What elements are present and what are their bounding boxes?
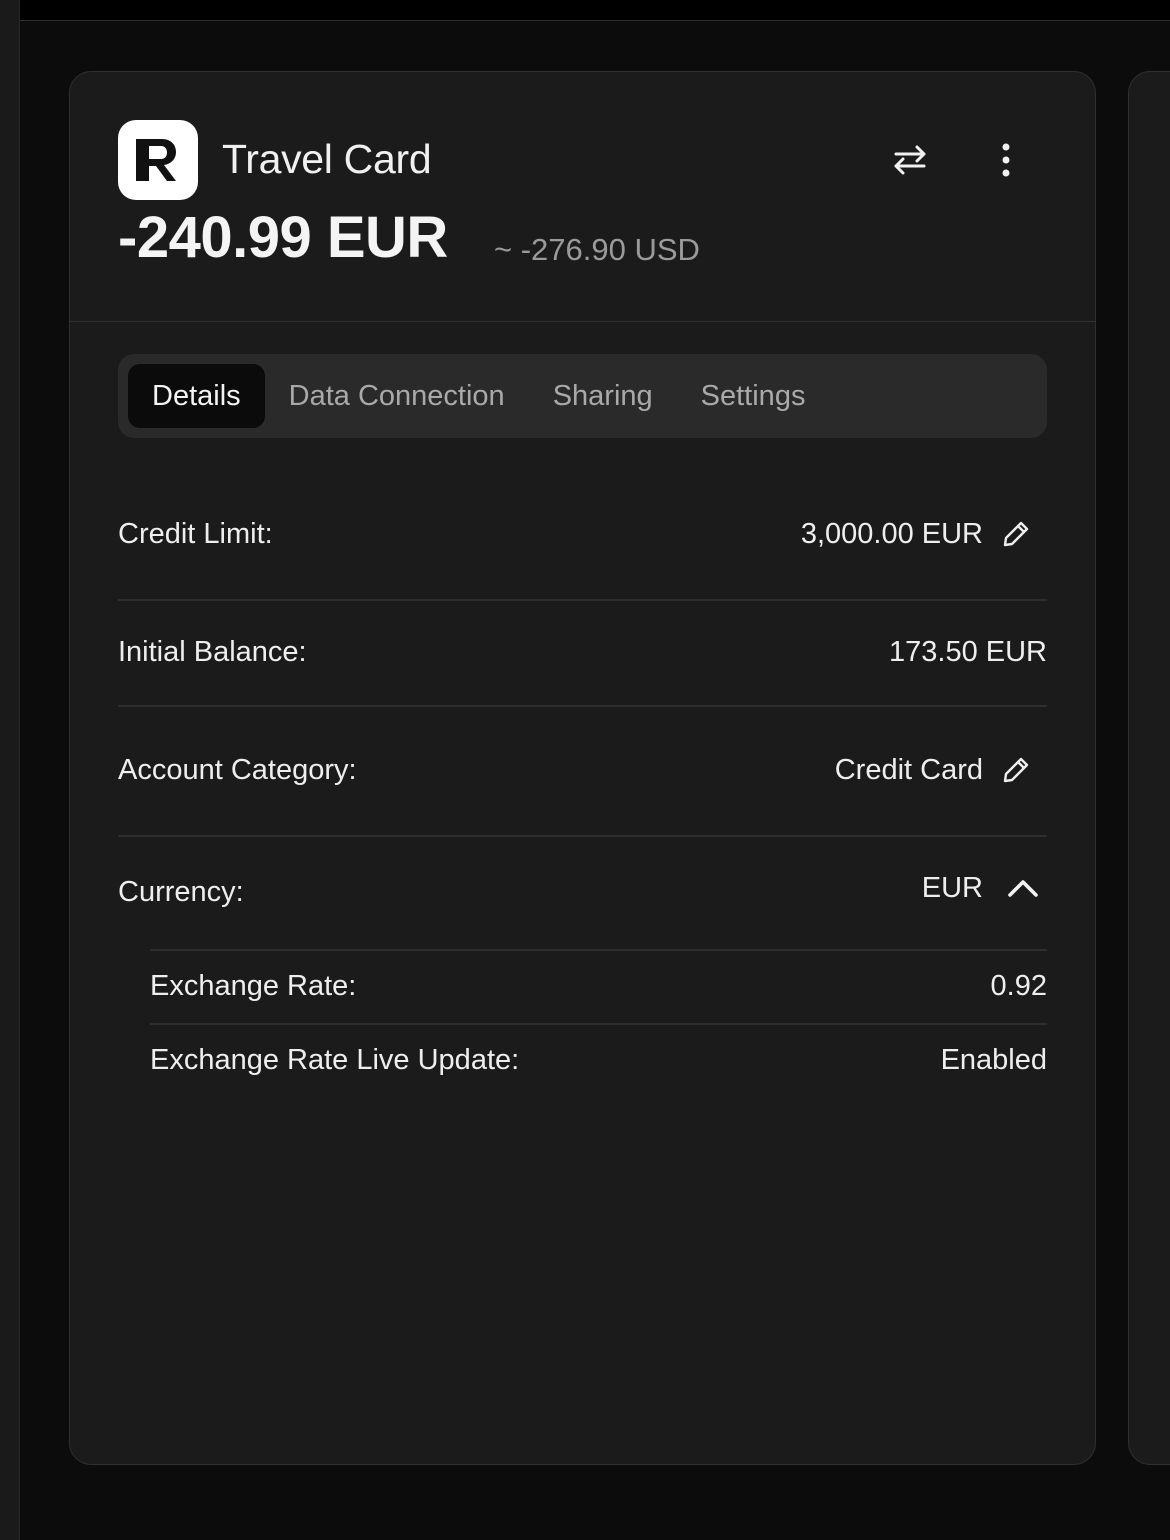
edit-credit-limit-button[interactable] [983, 510, 1047, 558]
pencil-icon [1003, 521, 1029, 547]
initial-balance-row: Initial Balance: 173.50 EUR [118, 628, 1047, 676]
divider [118, 705, 1047, 707]
account-header: Travel Card -240.99 EUR ~ -276.90 USD [70, 72, 1095, 322]
chevron-up-icon [1008, 880, 1038, 897]
currency-row[interactable]: Currency: EUR [118, 868, 1047, 916]
account-name: Travel Card [222, 136, 432, 182]
exchange-rate-row: Exchange Rate: 0.92 [150, 962, 1047, 1010]
pencil-icon [1003, 757, 1029, 783]
exchange-rate-live-update-label: Exchange Rate Live Update: [150, 1043, 520, 1076]
account-category-value-group: Credit Card [835, 746, 1047, 794]
tab-bar: Details Data Connection Sharing Settings [118, 354, 1047, 438]
initial-balance-label: Initial Balance: [118, 635, 307, 668]
tab-details[interactable]: Details [128, 364, 265, 428]
divider [118, 599, 1047, 601]
edit-account-category-button[interactable] [983, 746, 1047, 794]
left-rail [0, 0, 20, 1540]
transfer-button[interactable] [882, 132, 938, 188]
divider [150, 1023, 1047, 1025]
converted-balance: ~ -276.90 USD [494, 232, 700, 267]
currency-value-group: EUR [922, 864, 1047, 912]
currency-label: Currency: [118, 875, 244, 908]
arrows-swap-icon [894, 145, 926, 175]
tab-settings[interactable]: Settings [677, 364, 830, 428]
top-bar [20, 0, 1170, 21]
account-balance: -240.99 EUR [118, 205, 448, 270]
next-account-card[interactable] [1128, 71, 1170, 1465]
tab-sharing[interactable]: Sharing [529, 364, 677, 428]
currency-value: EUR [921, 871, 983, 904]
account-category-row: Account Category: Credit Card [118, 746, 1047, 794]
divider [118, 835, 1047, 837]
exchange-rate-live-update-row: Exchange Rate Live Update: Enabled [150, 1036, 1047, 1084]
tab-data-connection[interactable]: Data Connection [265, 364, 529, 428]
exchange-rate-label: Exchange Rate: [150, 969, 357, 1002]
credit-limit-value-group: 3,000.00 EUR [801, 510, 1047, 558]
more-options-button[interactable] [978, 132, 1034, 188]
initial-balance-value: 173.50 EUR [889, 635, 1047, 668]
credit-limit-label: Credit Limit: [118, 517, 273, 550]
collapse-currency-button[interactable] [983, 864, 1047, 912]
exchange-rate-value: 0.92 [990, 969, 1047, 1002]
exchange-rate-live-update-value: Enabled [940, 1043, 1047, 1076]
account-category-label: Account Category: [118, 753, 357, 786]
credit-limit-row: Credit Limit: 3,000.00 EUR [118, 510, 1047, 558]
account-card: Travel Card -240.99 EUR ~ -276.90 USD De… [69, 71, 1096, 1465]
credit-limit-value: 3,000.00 EUR [800, 517, 983, 550]
more-vertical-icon [1002, 143, 1010, 177]
revolut-logo-icon [118, 120, 198, 200]
account-category-value: Credit Card [834, 753, 983, 786]
divider [150, 949, 1047, 951]
